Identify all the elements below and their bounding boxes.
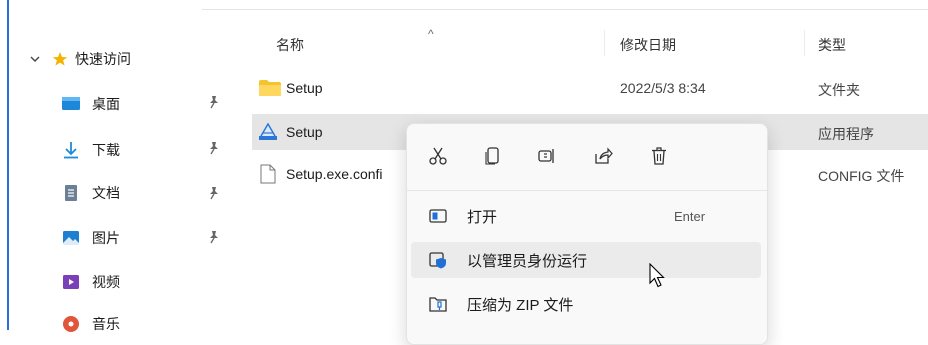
pane-divider [202, 9, 928, 10]
mouse-cursor-icon [649, 262, 665, 292]
menu-item-open[interactable]: 打开 Enter [411, 198, 761, 234]
menu-item-shortcut: Enter [674, 208, 706, 224]
file-type: 应用程序 [818, 126, 874, 142]
menu-item-label: 以管理员身份运行 [467, 252, 588, 270]
menu-item-compress-zip[interactable]: 压缩为 ZIP 文件 [411, 286, 761, 322]
cut-icon [428, 146, 448, 166]
file-icon [260, 164, 276, 187]
documents-icon [62, 184, 80, 202]
window-edge [7, 0, 9, 330]
column-separator[interactable] [804, 30, 805, 56]
music-icon [62, 315, 80, 333]
file-row[interactable]: Setup 2022/5/3 8:34 文件夹 [252, 70, 928, 106]
column-header-name-label: 名称 [276, 37, 304, 53]
file-name: Setup.exe.confi [286, 166, 383, 182]
column-header-type[interactable]: 类型 [818, 35, 846, 55]
nav-quick-access[interactable]: 快速访问 [24, 47, 194, 71]
nav-item-label: 文档 [92, 185, 120, 201]
column-header-type-label: 类型 [818, 37, 846, 53]
file-type: 文件夹 [818, 82, 860, 98]
file-date: 2022/5/3 8:34 [620, 80, 706, 96]
share-button[interactable] [587, 140, 619, 172]
pin-icon[interactable] [207, 230, 221, 247]
copy-icon [483, 146, 503, 166]
nav-item-label: 桌面 [92, 96, 120, 112]
zip-icon [429, 295, 447, 313]
nav-item-videos[interactable]: 视频 [62, 270, 232, 294]
column-header-name[interactable]: 名称 [276, 35, 304, 55]
pin-icon[interactable] [207, 95, 221, 112]
column-header-date[interactable]: 修改日期 [620, 35, 676, 55]
menu-item-label: 打开 [467, 208, 498, 226]
context-menu: 打开 Enter 以管理员身份运行 压缩为 ZIP 文件 [406, 123, 768, 345]
nav-quick-access-label: 快速访问 [75, 51, 131, 67]
cut-button[interactable] [422, 140, 454, 172]
column-header-date-label: 修改日期 [620, 37, 676, 53]
star-icon [52, 51, 68, 67]
copy-button[interactable] [477, 140, 509, 172]
nav-item-label: 图片 [92, 230, 120, 246]
sort-ascending-icon: ^ [428, 27, 434, 41]
folder-icon [259, 79, 281, 100]
share-icon [593, 146, 613, 166]
pin-icon[interactable] [207, 141, 221, 158]
file-name: Setup [286, 124, 323, 140]
run-as-admin-icon [429, 251, 447, 269]
menu-separator [407, 190, 767, 191]
menu-item-run-as-admin[interactable]: 以管理员身份运行 [411, 242, 761, 278]
nav-item-label: 视频 [92, 274, 120, 290]
download-icon [62, 141, 80, 159]
file-type: CONFIG 文件 [818, 168, 905, 184]
nav-item-label: 音乐 [92, 316, 120, 332]
pin-icon[interactable] [207, 186, 221, 203]
pictures-icon [62, 229, 80, 247]
file-name: Setup [286, 80, 323, 96]
chevron-down-icon[interactable] [24, 53, 46, 65]
nav-item-music[interactable]: 音乐 [62, 312, 232, 336]
setup-app-icon [257, 122, 279, 145]
nav-item-label: 下载 [92, 142, 120, 158]
desktop-icon [62, 96, 80, 112]
menu-item-label: 压缩为 ZIP 文件 [467, 296, 574, 314]
open-icon [429, 207, 447, 225]
rename-button[interactable] [531, 140, 563, 172]
rename-icon [537, 146, 557, 166]
videos-icon [62, 273, 80, 291]
column-separator[interactable] [604, 30, 605, 56]
delete-icon [649, 146, 669, 166]
delete-button[interactable] [643, 140, 675, 172]
